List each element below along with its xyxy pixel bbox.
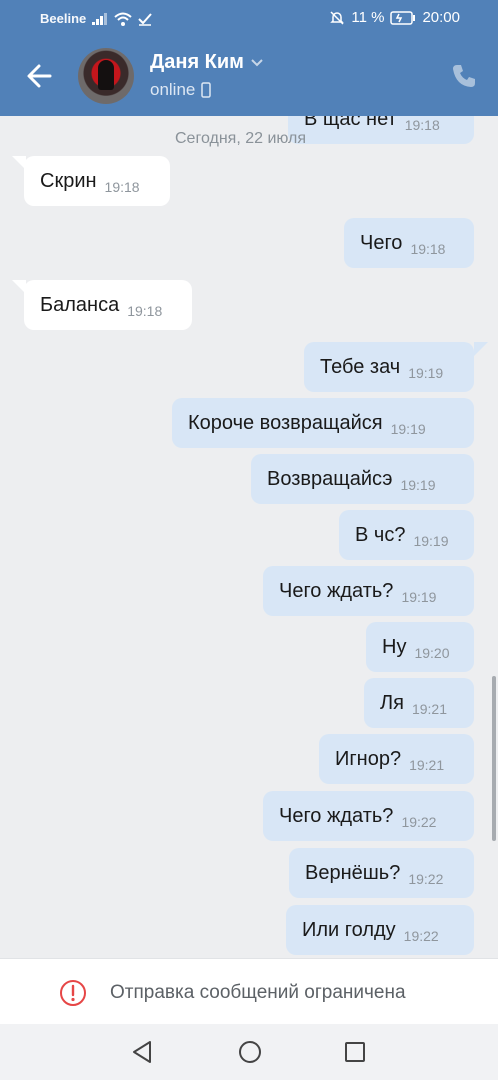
- message-text: Игнор?: [335, 747, 402, 770]
- messaging-restricted-banner: Отправка сообщений ограничена: [0, 958, 498, 1025]
- scrollbar[interactable]: [492, 676, 496, 841]
- message-time: 19:18: [104, 179, 140, 195]
- message-bubble[interactable]: Скрин 19:18: [24, 156, 170, 206]
- triangle-back-icon[interactable]: [128, 1038, 156, 1066]
- message-time: 19:22: [401, 814, 437, 830]
- system-nav-bar: [0, 1024, 498, 1080]
- message-bubble[interactable]: Ну 19:20: [366, 622, 474, 672]
- message-bubble[interactable]: Чего 19:18: [344, 218, 474, 268]
- carrier-name: Beeline: [40, 11, 87, 26]
- mobile-device-icon: [201, 82, 212, 98]
- message-text: Чего ждать?: [279, 804, 394, 827]
- message-text: Ну: [382, 635, 407, 658]
- call-button[interactable]: [450, 62, 478, 90]
- message-bubble[interactable]: Игнор? 19:21: [319, 734, 474, 784]
- message-bubble[interactable]: Ля 19:21: [364, 678, 474, 728]
- circle-home-icon[interactable]: [236, 1038, 264, 1066]
- message-text: Вернёшь?: [305, 861, 401, 884]
- bubble-tail: [474, 342, 488, 356]
- message-time: 19:18: [404, 117, 440, 133]
- message-text: В щас нет: [304, 116, 397, 130]
- back-button[interactable]: [22, 58, 58, 94]
- message-bubble[interactable]: Чего ждать? 19:22: [263, 791, 474, 841]
- message-bubble[interactable]: Короче возвращайся 19:19: [172, 398, 474, 448]
- clock: 20:00: [422, 9, 460, 26]
- message-text: Ля: [380, 691, 404, 714]
- date-separator: Сегодня, 22 июля: [175, 130, 307, 147]
- signal-icon: [92, 12, 108, 25]
- online-status: online: [150, 80, 196, 99]
- message-time: 19:19: [400, 477, 436, 493]
- contact-status: online: [150, 80, 212, 100]
- message-bubble[interactable]: Баланса 19:18: [24, 280, 192, 330]
- message-time: 19:22: [408, 871, 444, 887]
- contact-name: Даня Ким: [150, 51, 244, 73]
- message-text: Короче возвращайся: [188, 411, 383, 434]
- message-time: 19:18: [410, 241, 446, 257]
- checkmark-icon: [138, 12, 152, 26]
- message-text: Баланса: [40, 293, 120, 316]
- contact-name-button[interactable]: Даня Ким: [150, 51, 264, 74]
- message-time: 19:19: [390, 421, 426, 437]
- chat-header: Даня Ким online: [0, 36, 498, 116]
- message-text: Чего: [360, 231, 403, 254]
- wifi-icon: [114, 12, 132, 26]
- arrow-left-icon: [27, 64, 52, 88]
- restriction-text: Отправка сообщений ограничена: [110, 982, 406, 1003]
- message-text: Тебе зач: [320, 355, 401, 378]
- message-time: 19:21: [411, 701, 448, 717]
- message-text: Скрин: [40, 169, 97, 192]
- message-time: 19:21: [409, 757, 445, 773]
- exclamation-circle-icon: [60, 980, 86, 1006]
- message-text: Или голду: [302, 918, 396, 941]
- message-text: Чего ждать?: [279, 579, 394, 602]
- message-bubble[interactable]: Вернёшь? 19:22: [289, 848, 474, 898]
- message-time: 19:22: [403, 928, 439, 944]
- message-bubble[interactable]: В чс? 19:19: [339, 510, 474, 560]
- message-bubble[interactable]: Тебе зач 19:19: [304, 342, 474, 392]
- message-list[interactable]: В щас нет 19:18 Сегодня, 22 июля Скрин 1…: [0, 116, 498, 958]
- battery-percent: 11 %: [351, 9, 385, 26]
- chevron-down-icon: [251, 58, 263, 66]
- status-bar: Beeline 11 % 20:00: [0, 0, 498, 36]
- avatar[interactable]: [78, 48, 134, 104]
- message-time: 19:20: [414, 645, 450, 661]
- message-bubble[interactable]: Чего ждать? 19:19: [263, 566, 474, 616]
- message-bubble[interactable]: Возвращайсэ 19:19: [251, 454, 474, 504]
- battery-icon: [390, 10, 416, 25]
- square-recent-icon[interactable]: [341, 1038, 369, 1066]
- message-text: В чс?: [355, 523, 406, 546]
- message-bubble[interactable]: Или голду 19:22: [286, 905, 474, 955]
- message-time: 19:19: [401, 589, 437, 605]
- message-time: 19:19: [408, 365, 444, 381]
- message-time: 19:18: [127, 303, 163, 319]
- message-bubble-partial[interactable]: В щас нет 19:18: [288, 116, 474, 144]
- message-time: 19:19: [413, 533, 449, 549]
- mute-bell-icon: [330, 10, 345, 25]
- message-text: Возвращайсэ: [267, 467, 393, 490]
- phone-icon: [453, 65, 475, 87]
